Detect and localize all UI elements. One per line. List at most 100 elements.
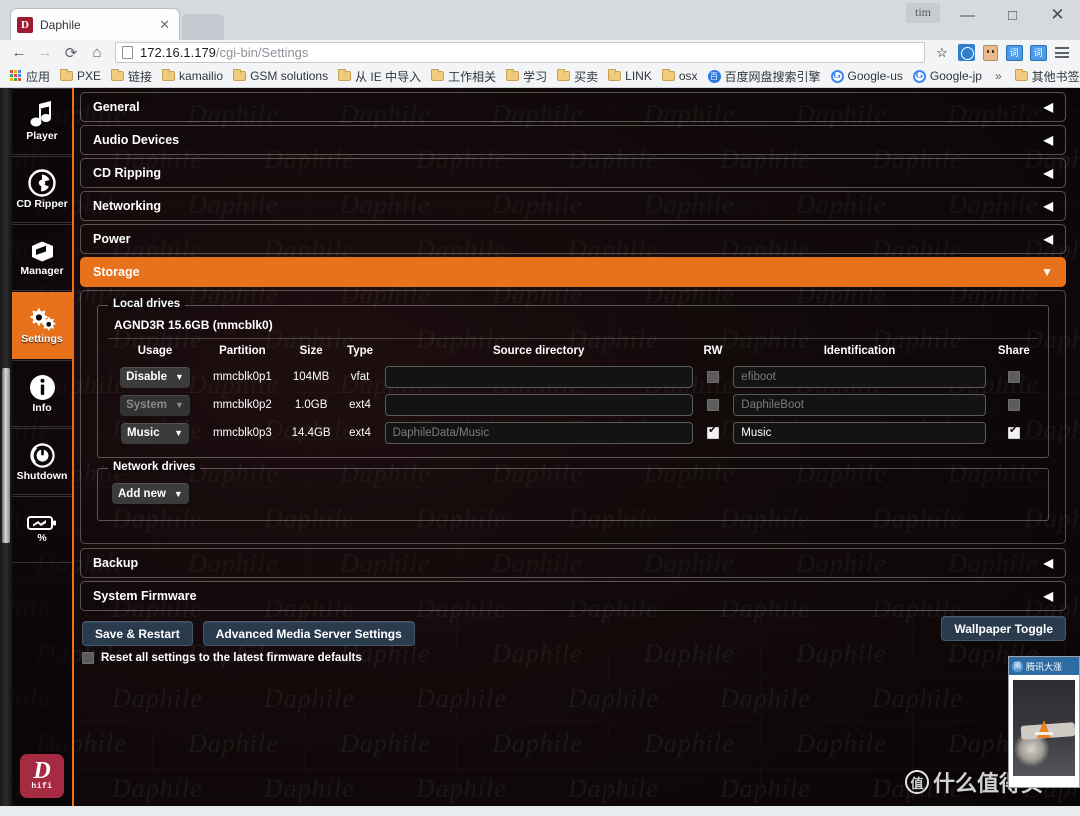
sidebar-item-settings[interactable]: Settings: [12, 292, 72, 359]
usage-dropdown[interactable]: Disable ▼: [120, 366, 190, 388]
gears-icon: [27, 306, 57, 332]
settings-section-storage[interactable]: Storage ▼: [80, 257, 1066, 287]
identification-cell: [729, 363, 989, 391]
usage-dropdown: System ▼: [120, 394, 190, 416]
settings-section-system-firmware[interactable]: System Firmware ◀: [80, 581, 1066, 611]
identification-cell: [729, 419, 989, 447]
source-directory-input[interactable]: [384, 394, 693, 416]
dict2-extension-icon[interactable]: 词: [1026, 42, 1050, 63]
bookmarks-overflow-button[interactable]: »: [987, 69, 1010, 83]
rw-checkbox[interactable]: [707, 425, 720, 439]
reset-settings-label: Reset all settings to the latest firmwar…: [101, 652, 362, 664]
section-label: Audio Devices: [93, 133, 180, 147]
settings-section-general[interactable]: General ◀: [80, 92, 1066, 122]
save-restart-button[interactable]: Save & Restart: [82, 621, 193, 646]
column-header: Source directory: [492, 345, 585, 357]
identification-input[interactable]: [733, 366, 986, 388]
section-label: Storage: [93, 265, 140, 279]
bookmark-item[interactable]: 买卖: [552, 66, 603, 86]
local-drive-device-name: AGND3R 15.6GB (mmcblk0): [108, 314, 1038, 339]
local-drives-table: Usage Partition Size Type Source directory RW…: [108, 341, 1038, 447]
power-icon: [29, 442, 56, 469]
reload-icon[interactable]: ⟳: [58, 42, 84, 64]
bookmark-item[interactable]: LINK: [603, 66, 657, 86]
daphile-app: DaphileDaphileDaphileDaphileDaphileDaphi…: [0, 88, 1080, 816]
share-checkbox: [1007, 370, 1020, 383]
settings-section-backup[interactable]: Backup ◀: [80, 548, 1066, 578]
advanced-media-server-settings-button[interactable]: Advanced Media Server Settings: [202, 621, 415, 646]
user-extension-icon[interactable]: [978, 42, 1002, 63]
source-directory-cell: [381, 419, 697, 447]
bookmark-item[interactable]: osx: [657, 66, 703, 86]
identification-input[interactable]: [733, 394, 986, 416]
sidebar-scrollbar[interactable]: [0, 88, 12, 816]
bookmark-item[interactable]: G Google-jp: [908, 66, 987, 86]
bookmark-item[interactable]: GSM solutions: [228, 66, 333, 86]
home-icon[interactable]: ⌂: [84, 42, 110, 64]
usage-value: Disable: [126, 371, 168, 383]
sidebar-item-info[interactable]: Info: [12, 360, 72, 427]
bookmark-item[interactable]: 工作相关: [426, 66, 501, 86]
bookmark-item[interactable]: PXE: [55, 66, 106, 86]
source-directory-input[interactable]: [384, 366, 693, 388]
settings-section-audio-devices[interactable]: Audio Devices ◀: [80, 125, 1066, 155]
bookmark-item[interactable]: 从 IE 中导入: [333, 66, 426, 86]
share-checkbox[interactable]: [1007, 425, 1020, 439]
settings-section-power[interactable]: Power ◀: [80, 224, 1066, 254]
bookmark-item[interactable]: kamailio: [157, 66, 228, 86]
source-directory-input[interactable]: [384, 422, 693, 444]
close-icon[interactable]: ✕: [156, 18, 173, 31]
minimize-button[interactable]: —: [945, 0, 990, 30]
google-icon: G: [912, 69, 926, 83]
settings-section-cd-ripping[interactable]: CD Ripping ◀: [80, 158, 1066, 188]
folder-icon: [111, 69, 125, 81]
translate-extension-icon[interactable]: [954, 42, 978, 63]
browser-window: D Daphile ✕ tim — □ ✕ ← → ⟳ ⌂ 172.16.1.1…: [0, 0, 1080, 816]
forward-icon[interactable]: →: [32, 42, 58, 64]
browser-tab[interactable]: D Daphile ✕: [10, 8, 180, 40]
bookmark-item[interactable]: 链接: [106, 66, 157, 86]
battery-icon: [27, 515, 57, 531]
new-tab-button[interactable]: [182, 14, 224, 40]
tim-badge[interactable]: tim: [905, 3, 940, 23]
bookmark-item[interactable]: 应用: [5, 66, 55, 86]
wallpaper-toggle-button[interactable]: Wallpaper Toggle: [941, 616, 1066, 641]
size-cell: 14.4GB: [291, 427, 331, 439]
dict-extension-icon[interactable]: 词: [1002, 42, 1026, 63]
identification-input[interactable]: [733, 422, 986, 444]
bookmark-item[interactable]: 学习: [501, 66, 552, 86]
tencent-news-popup[interactable]: 腾 腾讯大涨: [1008, 656, 1080, 788]
back-icon[interactable]: ←: [6, 42, 32, 64]
logo-letter: D: [33, 757, 51, 784]
tab-title: Daphile: [40, 17, 81, 32]
add-new-label: Add new: [118, 487, 166, 500]
usage-dropdown[interactable]: Music ▼: [121, 422, 190, 444]
window-close-button[interactable]: ✕: [1035, 0, 1080, 30]
other-bookmarks-folder[interactable]: 其他书签: [1010, 66, 1080, 86]
sidebar-item-[interactable]: %: [12, 496, 72, 563]
add-new-network-drive-dropdown[interactable]: Add new ▼: [112, 483, 189, 504]
share-checkbox: [1007, 398, 1020, 411]
maximize-button[interactable]: □: [990, 0, 1035, 30]
sidebar-item-shutdown[interactable]: Shutdown: [12, 428, 72, 495]
column-header: Identification: [823, 345, 896, 357]
network-drives-legend: Network drives: [108, 461, 201, 473]
bookmark-item[interactable]: G Google-us: [826, 66, 908, 86]
rw-checkbox: [707, 370, 720, 383]
page-info-icon: [122, 46, 133, 59]
sidebar-item-manager[interactable]: Manager: [12, 224, 72, 291]
chevron-icon: ▼: [1041, 265, 1053, 279]
reset-settings-checkbox[interactable]: [82, 652, 94, 664]
identification-cell: [729, 391, 989, 419]
bookmark-label: kamailio: [179, 69, 224, 83]
sidebar-item-cd-ripper[interactable]: CD Ripper: [12, 156, 72, 223]
address-bar[interactable]: 172.16.1.179/cgi-bin/Settings: [115, 42, 925, 63]
sidebar-item-player[interactable]: Player: [12, 88, 72, 155]
bookmark-label: LINK: [625, 69, 652, 83]
settings-section-networking[interactable]: Networking ◀: [80, 191, 1066, 221]
bookmark-item[interactable]: 百百度网盘搜索引擎: [703, 66, 826, 86]
bookmark-label: Google-us: [847, 69, 903, 83]
menu-icon[interactable]: [1050, 42, 1074, 63]
bookmark-star-icon[interactable]: ☆: [930, 42, 954, 63]
share-cell: [990, 363, 1038, 391]
